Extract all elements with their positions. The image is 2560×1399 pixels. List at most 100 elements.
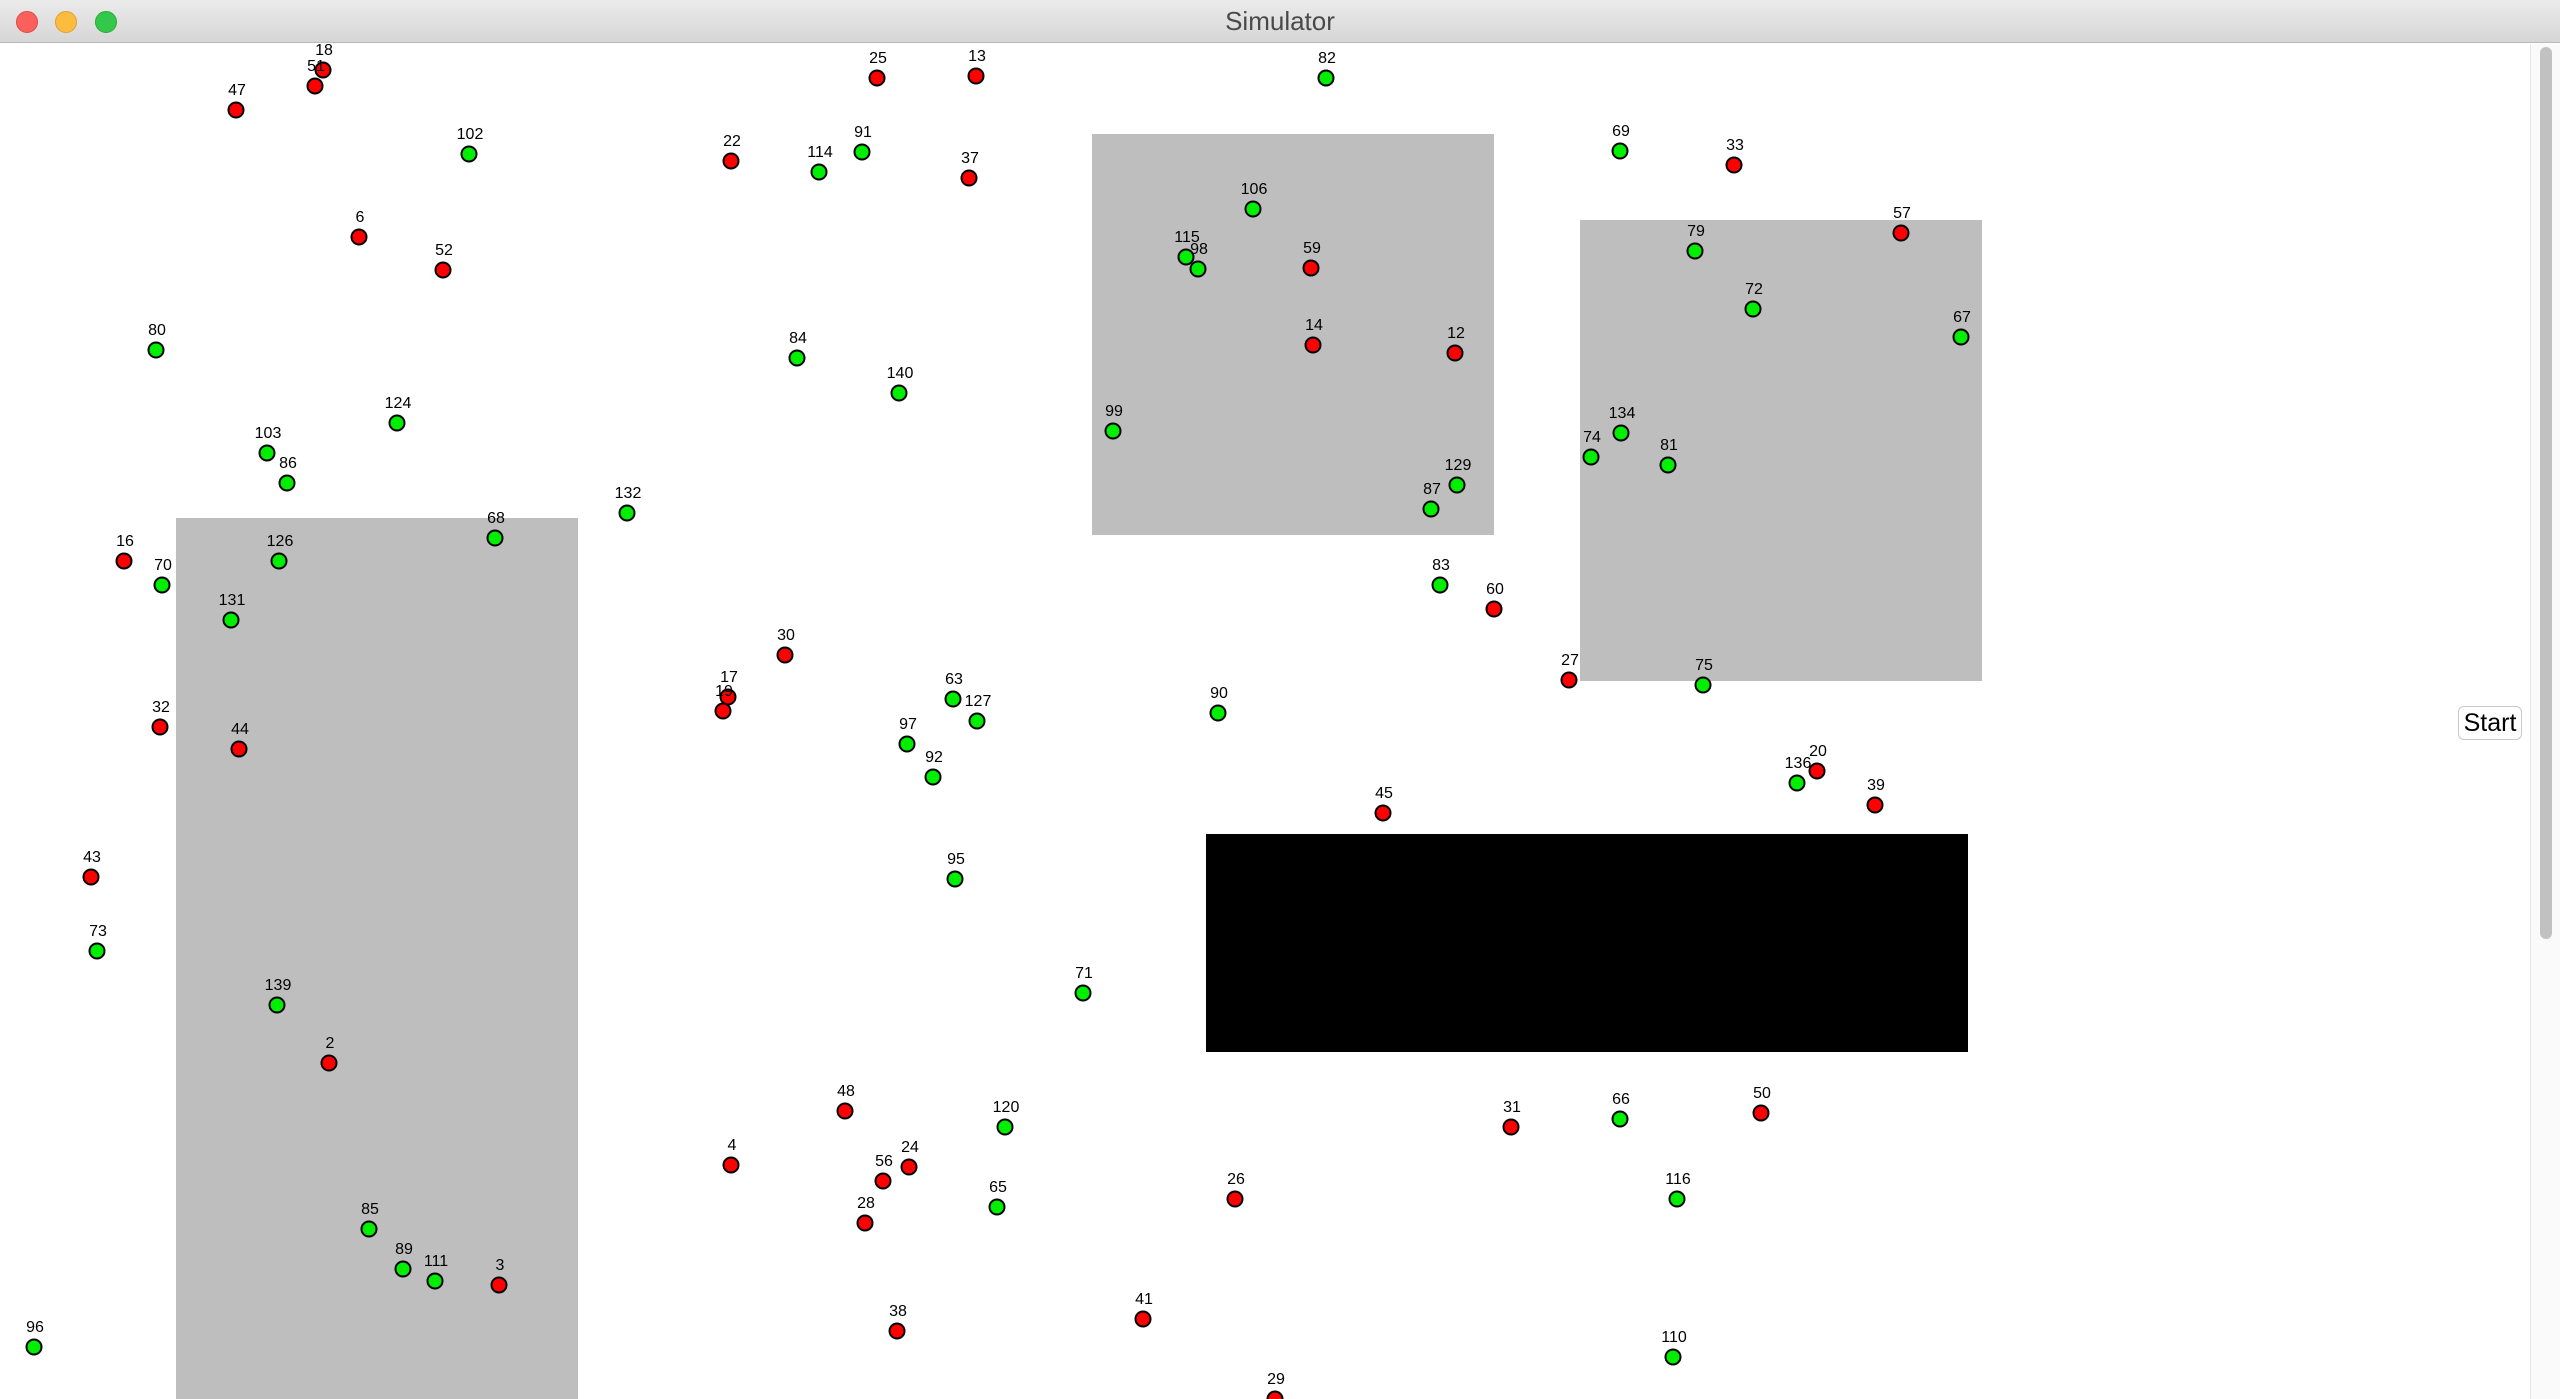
agent-label: 98	[1190, 241, 1208, 258]
red-agent	[230, 740, 248, 758]
agent-label: 48	[837, 1083, 855, 1100]
green-agent	[996, 1118, 1014, 1136]
agent-label: 90	[1210, 685, 1228, 702]
agent-label: 87	[1423, 481, 1441, 498]
red-agent	[227, 101, 245, 119]
green-agent	[388, 414, 406, 432]
simulator-window: Simulator 18 51 47 25 13 82 102 22 114 91 37 69 33 10…	[0, 0, 2560, 1399]
agent-label: 69	[1612, 123, 1630, 140]
red-agent	[1808, 762, 1826, 780]
agent-label: 103	[254, 425, 282, 442]
agent-label: 39	[1867, 777, 1885, 794]
green-agent	[88, 942, 106, 960]
agent-label: 75	[1695, 657, 1713, 674]
red-agent	[306, 77, 324, 95]
agent-label: 38	[889, 1303, 907, 1320]
red-agent	[967, 67, 985, 85]
agent-label: 96	[26, 1319, 44, 1336]
obstacle-zone	[1206, 834, 1968, 1052]
green-agent	[1686, 242, 1704, 260]
red-agent	[434, 261, 452, 279]
window-title: Simulator	[1225, 6, 1335, 36]
green-agent	[946, 870, 964, 888]
agent-label: 114	[807, 144, 833, 161]
agent-label: 47	[228, 82, 246, 99]
agent-label: 73	[89, 923, 107, 940]
agent-label: 111	[423, 1253, 449, 1270]
agent-label: 26	[1227, 1171, 1245, 1188]
agent-label: 2	[325, 1035, 335, 1052]
green-agent	[222, 611, 240, 629]
agent-label: 20	[1809, 743, 1827, 760]
agent-label: 131	[218, 592, 246, 609]
agent-label: 72	[1745, 281, 1763, 298]
agent-label: 83	[1432, 557, 1450, 574]
green-agent	[1611, 1110, 1629, 1128]
green-agent	[486, 529, 504, 547]
green-agent	[1659, 456, 1677, 474]
red-agent	[868, 69, 886, 87]
agent-label: 51	[307, 58, 325, 75]
scrollbar-thumb[interactable]	[2540, 47, 2552, 939]
red-agent	[350, 228, 368, 246]
agent-label: 37	[961, 150, 979, 167]
green-agent	[1664, 1348, 1682, 1366]
green-agent	[460, 145, 478, 163]
green-agent	[1189, 260, 1207, 278]
agent-label: 82	[1318, 50, 1336, 67]
gray-zone	[176, 518, 578, 1399]
agent-label: 22	[723, 133, 741, 150]
red-agent	[151, 718, 169, 736]
green-agent	[268, 996, 286, 1014]
agent-label: 140	[886, 365, 914, 382]
agent-label: 31	[1503, 1099, 1521, 1116]
agent-label: 92	[925, 749, 943, 766]
agent-label: 28	[857, 1195, 875, 1212]
red-agent	[836, 1102, 854, 1120]
green-agent	[853, 143, 871, 161]
red-agent	[1560, 671, 1578, 689]
agent-label: 59	[1303, 240, 1321, 257]
green-agent	[426, 1272, 444, 1290]
green-agent	[1694, 676, 1712, 694]
green-agent	[944, 690, 962, 708]
agent-label: 60	[1486, 581, 1504, 598]
start-button[interactable]: Start	[2458, 706, 2522, 740]
red-agent	[722, 1156, 740, 1174]
agent-label: 14	[1305, 317, 1323, 334]
green-agent	[898, 735, 916, 753]
green-agent	[1788, 774, 1806, 792]
green-agent	[968, 712, 986, 730]
agent-label: 89	[395, 1241, 413, 1258]
red-agent	[888, 1322, 906, 1340]
agent-label: 65	[989, 1179, 1007, 1196]
green-agent	[394, 1260, 412, 1278]
green-agent	[278, 474, 296, 492]
agent-label: 19	[715, 683, 733, 700]
agent-label: 126	[266, 533, 294, 550]
green-agent	[890, 384, 908, 402]
red-agent	[1485, 600, 1503, 618]
agent-label: 102	[456, 126, 484, 143]
simulation-canvas[interactable]: 18 51 47 25 13 82 102 22 114 91 37 69 33 106 6 115 98 59 7…	[0, 44, 2530, 1399]
agent-label: 134	[1608, 405, 1636, 422]
agent-label: 32	[152, 699, 170, 716]
vertical-scrollbar[interactable]	[2530, 44, 2560, 1399]
agent-label: 84	[789, 330, 807, 347]
green-agent	[1744, 300, 1762, 318]
title-bar: Simulator	[0, 0, 2560, 43]
agent-label: 41	[1135, 1291, 1153, 1308]
red-agent	[776, 646, 794, 664]
agent-label: 86	[279, 455, 297, 472]
agent-label: 16	[116, 533, 134, 550]
red-agent	[115, 552, 133, 570]
agent-label: 85	[361, 1201, 379, 1218]
agent-label: 74	[1583, 429, 1601, 446]
red-agent	[874, 1172, 892, 1190]
green-agent	[810, 163, 828, 181]
agent-label: 129	[1444, 457, 1472, 474]
red-agent	[1266, 1390, 1284, 1399]
agent-label: 110	[1661, 1329, 1687, 1346]
green-agent	[618, 504, 636, 522]
agent-label: 3	[495, 1257, 505, 1274]
